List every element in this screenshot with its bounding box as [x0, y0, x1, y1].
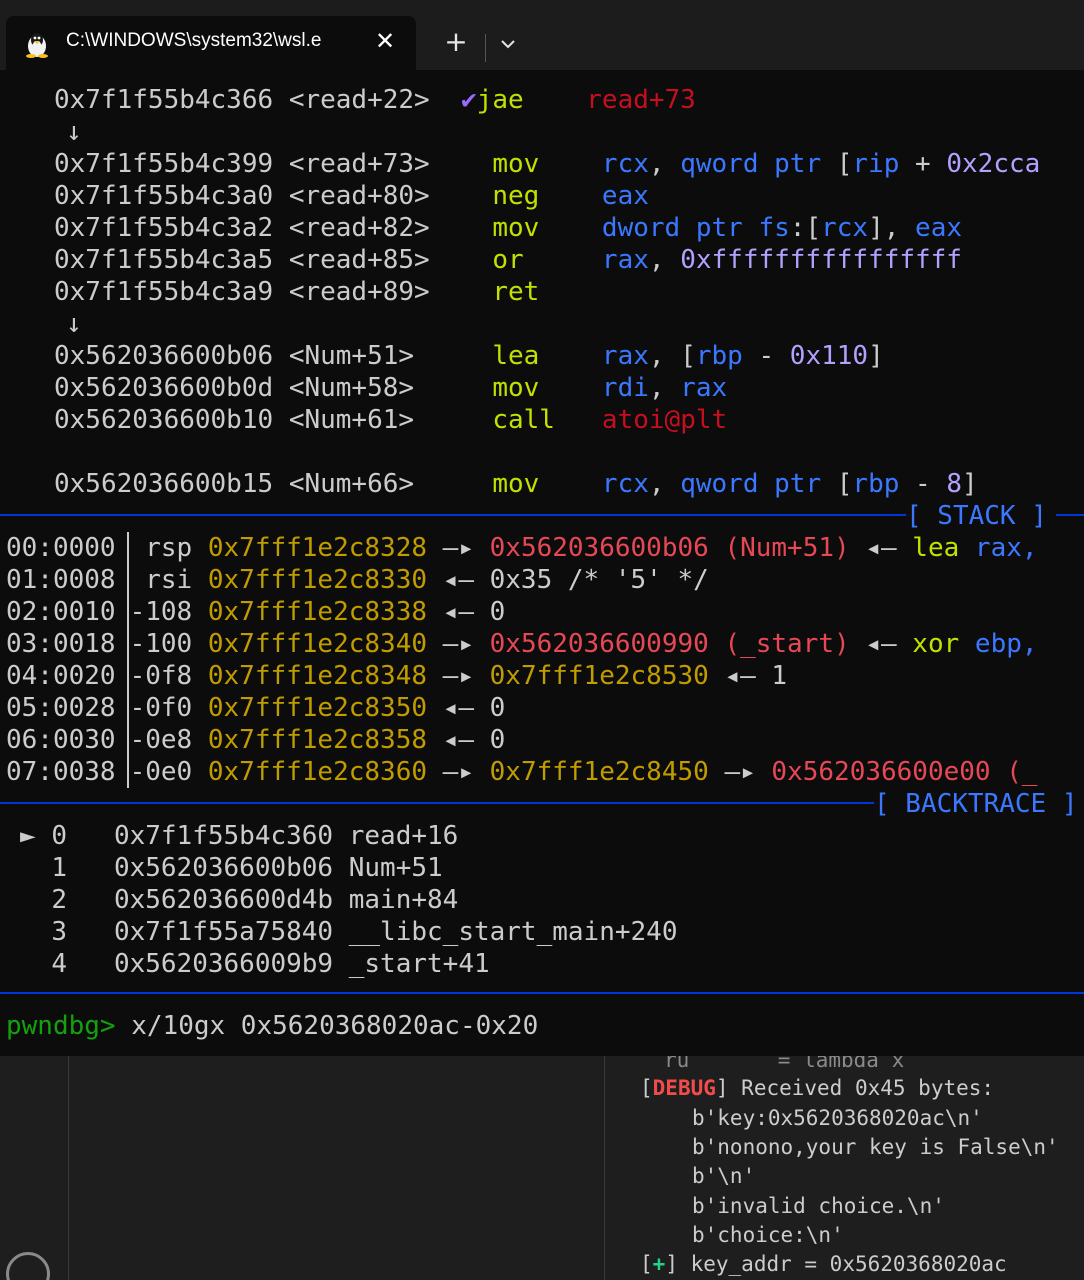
output-line: b'nonono,your key is False\n' [692, 1135, 1059, 1159]
close-tab-icon[interactable]: ✕ [370, 26, 400, 56]
disasm-line: 0x562036600b0d <Num+58> mov rdi, rax [54, 373, 728, 403]
output-line: b'invalid choice.\n' [692, 1194, 945, 1218]
success-tag: + [652, 1252, 666, 1276]
stack-row: 03:0018 -100 0x7fff1e2c8340 —▸ 0x56203660… [6, 629, 1038, 659]
backtrace-frame: 1 0x562036600b06 Num+51 [51, 853, 443, 883]
new-tab-button[interactable]: + [436, 28, 476, 60]
backtrace-frame: 3 0x7f1f55a75840 __libc_start_main+240 [51, 917, 678, 947]
flow-arrow: ↓ [66, 309, 82, 339]
stack-row: 05:0028 -0f0 0x7fff1e2c8350 ◂— 0 [6, 693, 506, 723]
stack-row: 06:0030 -0e8 0x7fff1e2c8358 ◂— 0 [6, 725, 506, 755]
disasm-line: 0x7f1f55b4c366 <read+22> ✔jae read+73 [54, 85, 696, 115]
stack-header: [ STACK ] [906, 501, 1047, 531]
prompt-separator [0, 992, 1084, 994]
flow-arrow: ↓ [66, 117, 82, 147]
disasm-line: 0x7f1f55b4c3a5 <read+85> or rax, 0xfffff… [54, 245, 962, 275]
disasm-line: 0x7f1f55b4c3a2 <read+82> mov dword ptr f… [54, 213, 963, 243]
backtrace-frame: ► 0 0x7f1f55b4c360 read+16 [20, 821, 459, 851]
disasm-line: 0x7f1f55b4c3a0 <read+80> neg eax [54, 181, 649, 211]
stack-row: 02:0010 -108 0x7fff1e2c8338 ◂— 0 [6, 597, 506, 627]
stack-row: 04:0020 -0f8 0x7fff1e2c8348 —▸ 0x7fff1e2c… [6, 661, 788, 691]
terminal-pane[interactable]: 0x7f1f55b4c366 <read+22> ✔jae read+73 ↓ … [0, 70, 1084, 1056]
stack-row: 00:0000 rsp 0x7fff1e2c8328 —▸ 0x56203660… [6, 533, 1038, 563]
tab-separator [485, 34, 486, 62]
account-icon[interactable] [6, 1252, 50, 1280]
output-partial-line: ru = lambda x [664, 1056, 905, 1072]
chevron-down-icon[interactable] [494, 30, 522, 58]
tab-wsl[interactable]: C:\WINDOWS\system32\wsl.e ✕ [6, 16, 416, 70]
top-strip [0, 0, 1084, 14]
output-line: b'choice:\n' [692, 1223, 844, 1247]
output-line: b'key:0x5620368020ac\n' [692, 1106, 983, 1130]
tux-linux-icon [24, 30, 50, 62]
disasm-line: 0x7f1f55b4c399 <read+73> mov rcx, qword … [54, 149, 1041, 179]
prompt-label: pwndbg> [6, 1011, 116, 1041]
backtrace-header: [ BACKTRACE ] [874, 789, 1078, 819]
stack-separator-tail [1056, 514, 1084, 516]
backtrace-separator [0, 802, 874, 804]
command-line[interactable]: pwndbg> x/10gx 0x5620368020ac-0x20 [6, 1010, 538, 1042]
background-window: ru = lambda x [DEBUG] Received 0x45 byte… [0, 1056, 1084, 1280]
disasm-line: 0x562036600b10 <Num+61> call atoi@plt [54, 405, 728, 435]
pane-divider [604, 1056, 605, 1280]
debug-tag: DEBUG [652, 1076, 716, 1100]
key-addr-line: [+] key_addr = 0x5620368020ac [640, 1252, 1007, 1276]
disasm-line: 0x562036600b15 <Num+66> mov rcx, qword p… [54, 469, 978, 499]
backtrace-frame: 2 0x562036600d4b main+84 [51, 885, 459, 915]
tab-title: C:\WINDOWS\system32\wsl.e [66, 30, 322, 51]
stack-separator [0, 514, 906, 516]
pane-divider [68, 1056, 69, 1280]
tab-bar: C:\WINDOWS\system32\wsl.e ✕ + [0, 14, 1084, 70]
debug-line: [DEBUG] Received 0x45 bytes: [640, 1076, 995, 1100]
backtrace-frame: 4 0x5620366009b9 _start+41 [51, 949, 490, 979]
output-line: b'\n' [692, 1164, 756, 1188]
disasm-line: 0x562036600b06 <Num+51> lea rax, [rbp - … [54, 341, 884, 371]
disasm-line: 0x7f1f55b4c3a9 <read+89> ret [54, 277, 540, 307]
command-input[interactable]: x/10gx 0x5620368020ac-0x20 [116, 1011, 538, 1041]
stack-row: 01:0008 rsi 0x7fff1e2c8330 ◂— 0x35 /* '5… [6, 565, 709, 595]
stack-row: 07:0038 -0e0 0x7fff1e2c8360 —▸ 0x7fff1e2c… [6, 757, 1038, 787]
